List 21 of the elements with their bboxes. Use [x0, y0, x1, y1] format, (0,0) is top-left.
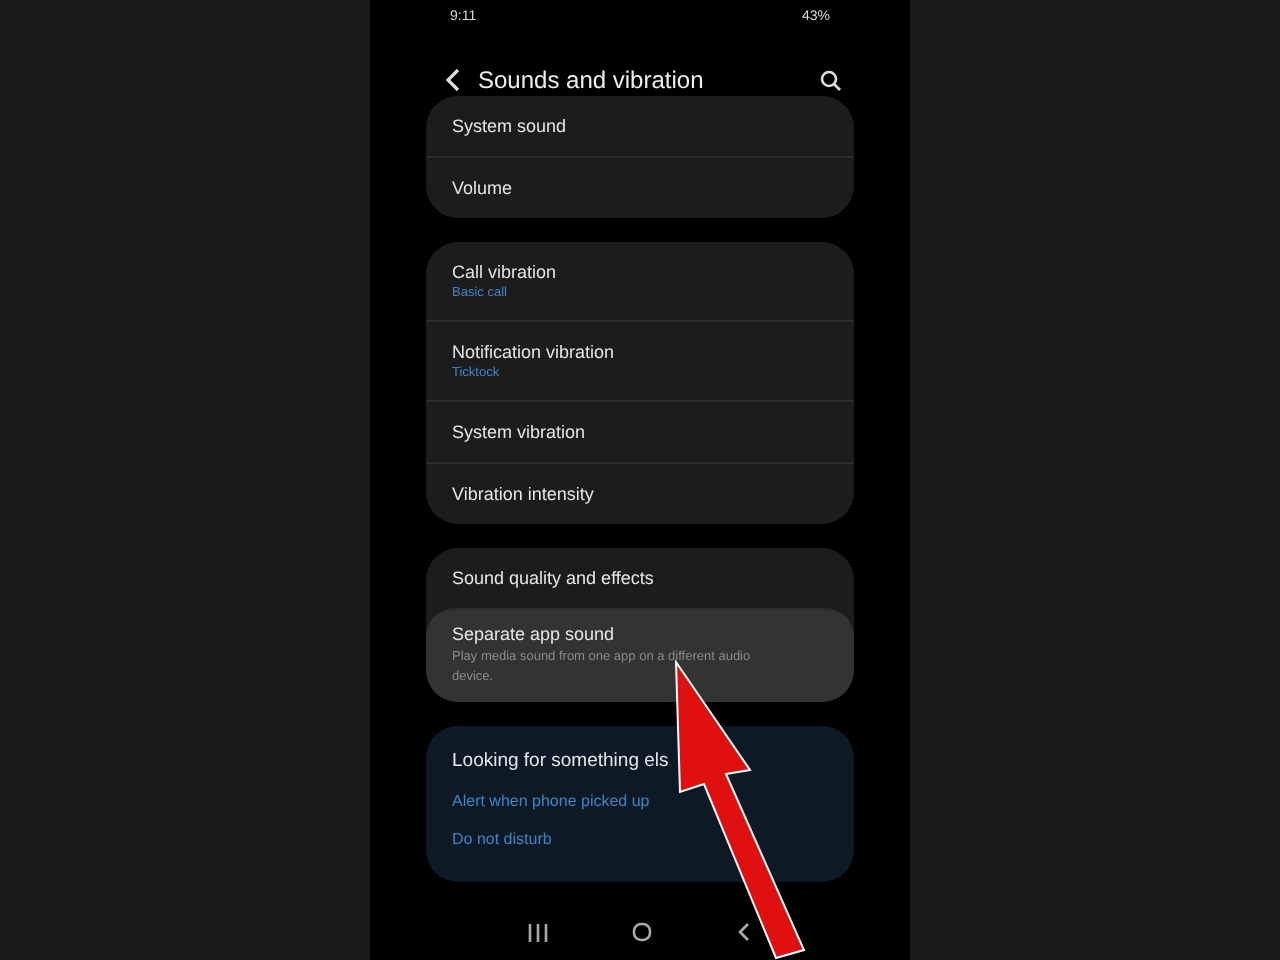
item-label: Vibration intensity: [452, 484, 596, 504]
settings-item[interactable]: System vibration: [426, 400, 854, 462]
suggestion-link[interactable]: Do not disturb: [452, 829, 828, 847]
back-icon[interactable]: [736, 922, 752, 942]
search-icon[interactable]: [820, 69, 842, 91]
settings-item[interactable]: Volume: [426, 156, 854, 218]
screen-title: Sounds and vibration: [478, 66, 706, 94]
suggestions-title: Looking for something els: [452, 749, 671, 771]
settings-item[interactable]: System sound: [426, 96, 854, 156]
item-label: Call vibration: [452, 262, 559, 282]
item-label: Separate app sound: [452, 624, 617, 644]
item-label: Sound quality and effects: [452, 568, 656, 588]
item-label: System vibration: [452, 422, 588, 442]
item-label: System sound: [452, 116, 569, 136]
settings-item[interactable]: Sound quality and effects: [426, 548, 854, 608]
settings-item[interactable]: Vibration intensity: [426, 462, 854, 524]
suggestion-link[interactable]: Alert when phone picked up: [452, 791, 828, 809]
item-label: Notification vibration: [452, 342, 617, 362]
item-label: Volume: [452, 178, 515, 198]
home-icon[interactable]: [632, 922, 652, 942]
recents-icon[interactable]: [528, 923, 548, 941]
